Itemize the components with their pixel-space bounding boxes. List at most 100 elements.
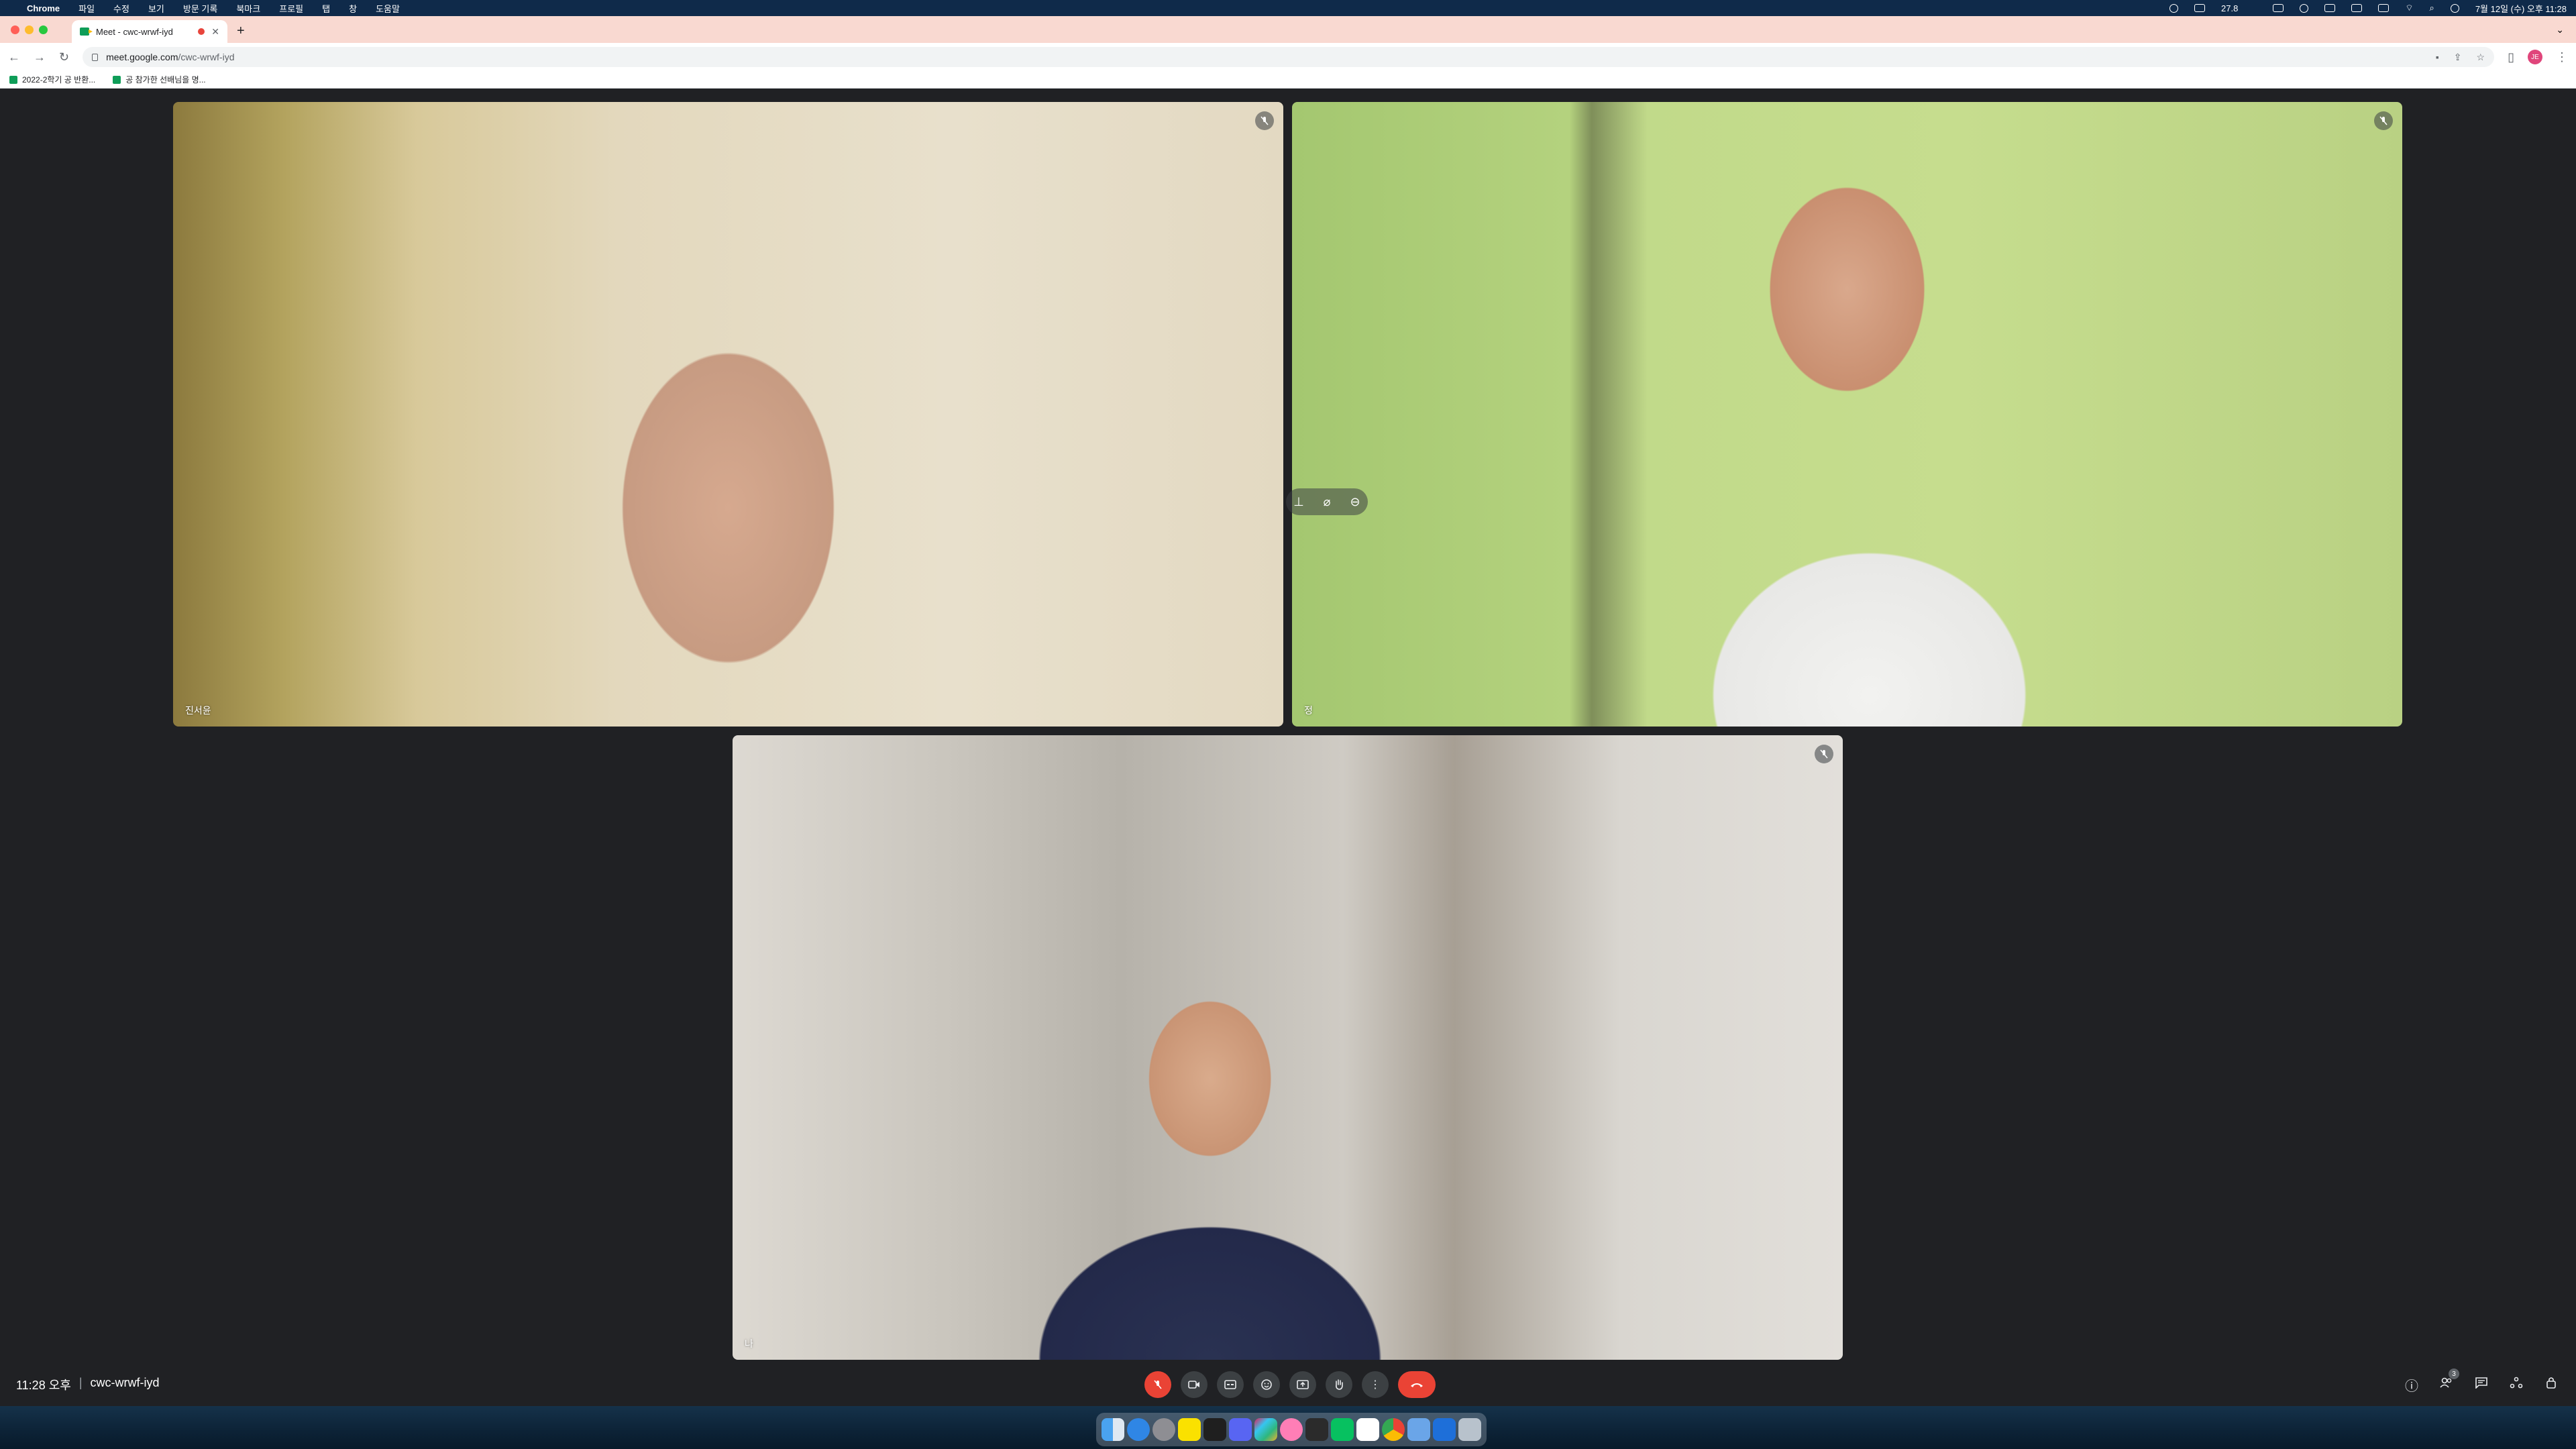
participant-video — [1292, 102, 2402, 727]
zoom-window-button[interactable] — [39, 25, 48, 34]
participant-tile[interactable]: 나 — [733, 735, 1843, 1360]
menu-history[interactable]: 방문 기록 — [183, 2, 217, 15]
line-icon[interactable] — [1331, 1418, 1354, 1441]
new-tab-button[interactable]: + — [237, 23, 245, 39]
forward-icon[interactable]: → — [34, 50, 46, 64]
close-window-button[interactable] — [11, 25, 19, 34]
kakaotalk-icon[interactable] — [1178, 1418, 1201, 1441]
menu-profile[interactable]: 프로필 — [279, 2, 303, 15]
discord-icon[interactable] — [1229, 1418, 1252, 1441]
meeting-code: cwc-wrwf-iyd — [90, 1376, 160, 1389]
back-icon[interactable]: ← — [8, 50, 20, 64]
menu-tab[interactable]: 탭 — [322, 2, 330, 15]
participant-name: 진서윤 — [185, 705, 211, 716]
remove-participant-icon[interactable]: ⊖ — [1348, 495, 1362, 509]
menu-file[interactable]: 파일 — [78, 2, 95, 15]
spotlight-search-icon[interactable]: ⌕ — [2430, 3, 2434, 13]
participant-name: 정 — [1304, 705, 1313, 716]
chrome-menu-icon[interactable]: ⋮ — [2556, 50, 2568, 64]
mic-toggle-button[interactable] — [1144, 1371, 1171, 1398]
raise-hand-button[interactable] — [1326, 1371, 1352, 1398]
captions-button[interactable] — [1217, 1371, 1244, 1398]
tab-meet[interactable]: Meet - cwc-wrwf-iyd ✕ — [72, 20, 227, 43]
link-icon[interactable] — [2194, 4, 2205, 12]
meeting-time: 11:28 오후 — [16, 1379, 71, 1392]
bookmark-star-icon[interactable]: ☆ — [2477, 52, 2485, 63]
present-screen-button[interactable] — [1289, 1371, 1316, 1398]
bookmark-item[interactable]: 공 참가한 선배님을 명... — [113, 74, 206, 85]
share-icon[interactable]: ⇪ — [2454, 52, 2462, 63]
muted-mic-icon — [1815, 745, 1833, 763]
bookmark-label: 2022-2학기 공 반환... — [22, 75, 96, 85]
window-icon[interactable] — [2324, 4, 2336, 12]
url-path: /cwc-wrwf-iyd — [178, 52, 235, 62]
meet-bottom-bar: 11:28 오후 | cwc-wrwf-iyd ⋮ ⓘ 3 — [0, 1363, 2576, 1406]
battery-readout[interactable]: 27.8 — [2221, 3, 2238, 13]
app-menu[interactable]: Chrome — [27, 3, 60, 13]
battery-icon[interactable] — [2378, 4, 2390, 12]
finder-icon[interactable] — [1102, 1418, 1124, 1441]
tile-hover-controls: ⊥ ⌀ ⊖ — [1286, 488, 1368, 515]
bookmark-item[interactable]: 2022-2학기 공 반환... — [9, 74, 95, 85]
meet-video-grid: 진서윤 정 나 ⊥ ⌀ ⊖ — [0, 89, 2576, 1405]
trash-icon[interactable] — [1458, 1418, 1481, 1441]
chrome-icon[interactable] — [1382, 1418, 1405, 1441]
omnibox-tools: ▪ ⇪ ☆ — [2436, 52, 2485, 63]
recording-indicator-icon — [198, 28, 205, 35]
profile-avatar[interactable]: JE — [2528, 50, 2542, 64]
mute-participant-icon[interactable]: ⌀ — [1320, 495, 1334, 509]
end-call-button[interactable] — [1398, 1371, 1436, 1398]
folder-icon[interactable] — [1407, 1418, 1430, 1441]
control-center-icon[interactable] — [2450, 3, 2459, 13]
activities-button[interactable] — [2508, 1376, 2525, 1393]
safari-icon[interactable] — [1127, 1418, 1150, 1441]
cloud-icon[interactable] — [2273, 4, 2284, 12]
close-tab-icon[interactable]: ✕ — [211, 26, 219, 38]
emoji-reaction-button[interactable] — [1253, 1371, 1280, 1398]
chrome-tab-strip: Meet - cwc-wrwf-iyd ✕ + ⌄ — [0, 16, 2576, 43]
side-panel-icon[interactable]: ▯ — [2508, 50, 2514, 64]
vscode-icon[interactable] — [1433, 1418, 1456, 1441]
notion-icon[interactable] — [1356, 1418, 1379, 1441]
address-bar[interactable]: meet.google.com/cwc-wrwf-iyd ▪ ⇪ ☆ — [83, 47, 2495, 67]
tab-search-chevron-icon[interactable]: ⌄ — [2556, 24, 2564, 36]
chat-button[interactable] — [2473, 1377, 2490, 1393]
pin-icon[interactable]: ⊥ — [1291, 495, 1306, 509]
menu-edit[interactable]: 수정 — [113, 2, 129, 15]
photos-icon[interactable] — [1280, 1418, 1303, 1441]
tab-title: Meet - cwc-wrwf-iyd — [96, 26, 173, 37]
menu-window[interactable]: 창 — [349, 2, 357, 15]
minimize-window-button[interactable] — [25, 25, 34, 34]
menu-help[interactable]: 도움말 — [376, 2, 400, 15]
status-icon[interactable] — [2169, 3, 2178, 13]
people-button[interactable]: 3 — [2438, 1368, 2459, 1393]
menubar-clock[interactable]: 7월 12일 (수) 오후 11:28 — [2475, 2, 2567, 15]
menu-bookmarks[interactable]: 북마크 — [236, 2, 260, 15]
keyboard-icon[interactable] — [2351, 4, 2363, 12]
camera-toggle-button[interactable] — [1181, 1371, 1208, 1398]
participant-video — [733, 735, 1843, 1360]
lock-icon[interactable] — [92, 53, 99, 61]
reload-icon[interactable]: ↻ — [59, 50, 69, 64]
participant-video — [173, 102, 1283, 727]
call-controls: ⋮ — [1144, 1371, 1436, 1398]
macos-menu-bar: Chrome 파일 수정 보기 방문 기록 북마크 프로필 탭 창 도움말 27… — [0, 0, 2576, 16]
slack-icon[interactable] — [1254, 1418, 1277, 1441]
menu-view[interactable]: 보기 — [148, 2, 164, 15]
sheets-icon — [9, 75, 17, 84]
camera-in-use-icon[interactable]: ▪ — [2436, 52, 2439, 63]
record-icon[interactable] — [2300, 3, 2309, 13]
macos-dock — [1096, 1413, 1487, 1446]
participant-tile[interactable]: 진서윤 — [173, 102, 1283, 727]
wifi-icon[interactable]: ⌔ — [2405, 3, 2413, 13]
participant-count-badge: 3 — [2449, 1368, 2459, 1379]
code-editor-icon[interactable] — [1305, 1418, 1328, 1441]
settings-icon[interactable] — [1152, 1418, 1175, 1441]
meeting-details-button[interactable]: ⓘ — [2403, 1375, 2420, 1395]
host-controls-button[interactable] — [2542, 1376, 2560, 1393]
window-controls — [11, 25, 48, 34]
participant-tile[interactable]: 정 — [1292, 102, 2402, 727]
terminal-icon[interactable] — [1203, 1418, 1226, 1441]
side-panel-controls: ⓘ 3 — [2403, 1368, 2560, 1395]
more-options-button[interactable]: ⋮ — [1362, 1371, 1389, 1398]
